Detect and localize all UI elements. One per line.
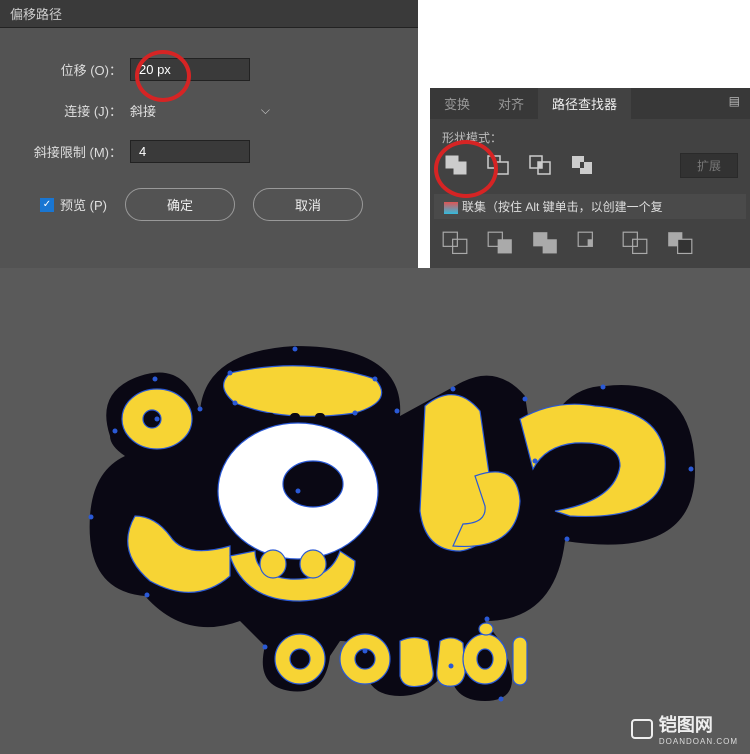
intersect-button[interactable] [526, 152, 554, 178]
panel-menu-icon[interactable]: ▤ [719, 88, 750, 119]
merge-button[interactable] [532, 231, 558, 253]
minus-back-button[interactable] [667, 231, 693, 253]
offset-input[interactable] [130, 58, 250, 81]
join-label: 连接 (J)： [20, 101, 130, 120]
watermark: 铠图网 DOANDOAN.COM [631, 711, 738, 746]
outline-button[interactable] [622, 231, 648, 253]
illustration-artwork[interactable] [55, 301, 695, 721]
miter-input[interactable] [130, 140, 250, 163]
artboard-canvas[interactable]: 铠图网 DOANDOAN.COM [0, 268, 750, 754]
minus-front-button[interactable] [484, 152, 512, 178]
tab-transform[interactable]: 变换 [430, 88, 484, 119]
dialog-title: 偏移路径 [0, 0, 418, 28]
divide-button[interactable] [442, 231, 468, 253]
tab-align[interactable]: 对齐 [484, 88, 538, 119]
ok-button[interactable]: 确定 [125, 188, 235, 221]
pathfinder-panel: 变换 对齐 路径查找器 ▤ 形状模式： 扩展 联集（按住 Alt 键单击，以创建… [430, 88, 750, 268]
unite-button[interactable] [442, 152, 470, 178]
watermark-logo-icon [631, 719, 653, 739]
offset-label: 位移 (O)： [20, 60, 130, 79]
tab-pathfinder[interactable]: 路径查找器 [538, 88, 631, 119]
join-select[interactable]: 斜接 ⌵ [130, 101, 270, 120]
crop-button[interactable] [577, 231, 603, 253]
tooltip-color-icon [444, 202, 458, 214]
offset-path-dialog: 偏移路径 位移 (O)： 连接 (J)： 斜接 ⌵ 斜接限制 (M)： ✓ [0, 0, 418, 268]
trim-button[interactable] [487, 231, 513, 253]
expand-button[interactable]: 扩展 [680, 153, 738, 178]
unite-tooltip: 联集（按住 Alt 键单击，以创建一个复 [434, 194, 746, 219]
miter-label: 斜接限制 (M)： [20, 142, 130, 161]
shape-modes-label: 形状模式： [430, 119, 750, 152]
preview-checkbox[interactable]: ✓ 预览 (P) [40, 195, 107, 214]
chevron-down-icon: ⌵ [261, 103, 270, 118]
check-icon: ✓ [40, 198, 54, 212]
cancel-button[interactable]: 取消 [253, 188, 363, 221]
exclude-button[interactable] [568, 152, 596, 178]
